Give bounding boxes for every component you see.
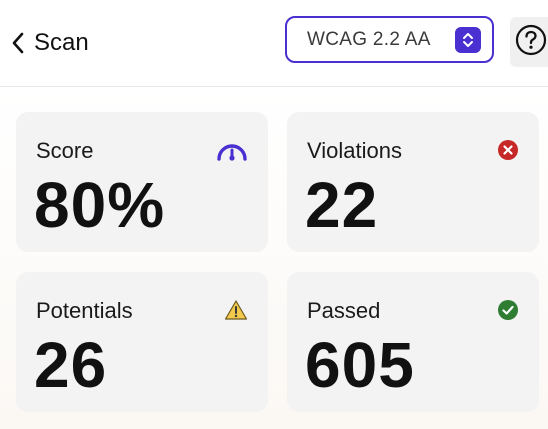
passed-label: Passed — [307, 298, 381, 323]
potentials-card[interactable]: Potentials 26 — [16, 272, 268, 412]
violations-card[interactable]: Violations 22 — [287, 112, 539, 252]
score-value: 80% — [34, 169, 166, 241]
page-title: Scan — [34, 29, 89, 56]
violations-value: 22 — [305, 169, 379, 241]
score-card[interactable]: Score 80% — [16, 112, 268, 252]
potentials-label: Potentials — [36, 298, 133, 323]
top-bar: Scan WCAG 2.2 AA — [0, 0, 548, 87]
score-label: Score — [36, 138, 94, 163]
gauge-icon — [216, 139, 248, 170]
potentials-value: 26 — [34, 329, 108, 401]
summary-grid: Score 80% Violations 22 Potentials 26 Pa… — [0, 87, 548, 429]
standard-select[interactable]: WCAG 2.2 AA — [285, 16, 494, 63]
passed-value: 605 — [305, 329, 415, 401]
warning-icon — [224, 299, 248, 326]
chevron-up-down-icon — [455, 27, 481, 53]
violations-label: Violations — [307, 138, 402, 163]
check-icon — [497, 299, 519, 326]
passed-card[interactable]: Passed 605 — [287, 272, 539, 412]
help-button[interactable] — [510, 17, 548, 67]
chevron-left-icon — [10, 31, 26, 55]
standard-select-value: WCAG 2.2 AA — [307, 28, 431, 50]
error-icon — [497, 139, 519, 166]
back-button[interactable]: Scan — [10, 26, 89, 60]
question-icon — [514, 23, 548, 62]
